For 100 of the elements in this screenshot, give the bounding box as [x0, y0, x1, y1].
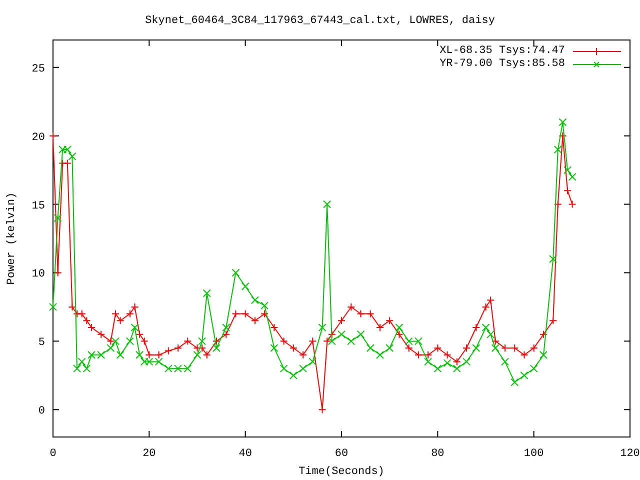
point-marker — [500, 344, 509, 352]
point-marker — [116, 350, 124, 359]
point-marker — [58, 159, 67, 168]
x-tick-label: 40 — [238, 448, 252, 460]
point-marker — [356, 330, 365, 338]
point-marker — [424, 350, 432, 359]
point-marker — [395, 330, 404, 338]
x-tick-label: 0 — [50, 448, 56, 460]
point-marker — [222, 323, 230, 332]
point-marker — [328, 330, 336, 338]
point-marker — [232, 268, 240, 277]
chart-title: Skynet_60464_3C84_117963_67443_cal.txt, LOWRES, daisy — [145, 15, 495, 27]
point-marker — [270, 323, 278, 332]
x-tick-label: 20 — [142, 448, 156, 460]
point-marker — [54, 268, 62, 277]
point-marker — [87, 323, 96, 332]
point-marker — [491, 337, 500, 346]
point-marker — [510, 378, 519, 386]
point-marker — [414, 337, 422, 346]
point-marker — [443, 359, 452, 368]
point-marker — [116, 316, 124, 325]
point-marker — [140, 337, 148, 346]
point-marker — [241, 310, 250, 318]
x-tick-label: 100 — [524, 448, 544, 460]
point-marker — [539, 330, 548, 338]
point-marker — [280, 337, 288, 346]
point-marker — [486, 330, 495, 338]
point-marker — [136, 350, 144, 359]
point-marker — [202, 289, 211, 298]
point-marker — [530, 364, 538, 373]
point-marker — [164, 346, 172, 355]
point-marker — [145, 350, 154, 359]
point-marker — [126, 337, 134, 346]
point-marker — [549, 316, 558, 325]
point-marker — [106, 337, 115, 346]
point-marker — [68, 152, 76, 160]
point-marker — [280, 364, 288, 373]
point-marker — [78, 358, 86, 366]
point-marker — [564, 186, 572, 195]
point-marker — [212, 344, 220, 352]
y-tick-label: 20 — [32, 132, 45, 144]
point-marker — [270, 344, 278, 352]
point-marker — [554, 200, 562, 208]
point-marker — [73, 310, 82, 318]
point-marker — [443, 350, 452, 359]
point-marker — [198, 337, 206, 346]
point-marker — [299, 364, 308, 373]
point-marker — [520, 371, 528, 380]
x-tick-label: 120 — [620, 448, 640, 460]
point-marker — [395, 323, 404, 332]
point-marker — [97, 330, 106, 338]
point-marker — [323, 337, 332, 346]
point-marker — [328, 337, 336, 346]
x-tick-label: 80 — [431, 448, 444, 460]
y-tick-label: 10 — [32, 268, 45, 281]
point-marker — [193, 350, 202, 359]
point-marker — [82, 316, 91, 325]
point-marker — [434, 364, 442, 373]
point-marker — [222, 330, 230, 338]
point-marker — [486, 296, 495, 304]
point-marker — [49, 132, 57, 140]
point-marker — [184, 364, 192, 373]
point-marker — [260, 302, 269, 310]
point-marker — [308, 337, 317, 346]
point-marker — [174, 344, 182, 352]
point-marker — [250, 316, 259, 325]
point-marker — [462, 358, 471, 366]
point-marker — [289, 371, 298, 380]
point-marker — [184, 337, 192, 346]
point-marker — [482, 323, 490, 332]
point-marker — [491, 344, 500, 352]
legend-sample — [573, 60, 621, 69]
point-marker — [49, 302, 57, 311]
y-tick-label: 5 — [38, 337, 45, 350]
point-marker — [376, 350, 384, 359]
point-marker — [174, 364, 182, 373]
point-marker — [106, 344, 115, 352]
y-tick-label: 15 — [32, 200, 45, 212]
x-tick-label: 60 — [334, 448, 348, 460]
point-marker — [366, 344, 374, 352]
point-marker — [154, 358, 163, 366]
point-marker — [386, 316, 394, 325]
point-marker — [299, 350, 308, 359]
point-marker — [568, 200, 576, 208]
point-marker — [78, 310, 86, 318]
point-marker — [472, 344, 480, 352]
point-marker — [404, 337, 413, 346]
point-marker — [193, 344, 202, 352]
point-marker — [97, 350, 106, 359]
point-marker — [404, 344, 413, 352]
point-marker — [308, 358, 317, 366]
point-marker — [520, 350, 528, 359]
point-marker — [260, 310, 269, 318]
point-marker — [414, 350, 422, 359]
point-marker — [58, 146, 67, 154]
point-marker — [126, 310, 134, 318]
point-marker — [558, 118, 567, 126]
point-marker — [87, 350, 96, 359]
point-marker — [549, 255, 558, 264]
point-marker — [347, 302, 356, 311]
